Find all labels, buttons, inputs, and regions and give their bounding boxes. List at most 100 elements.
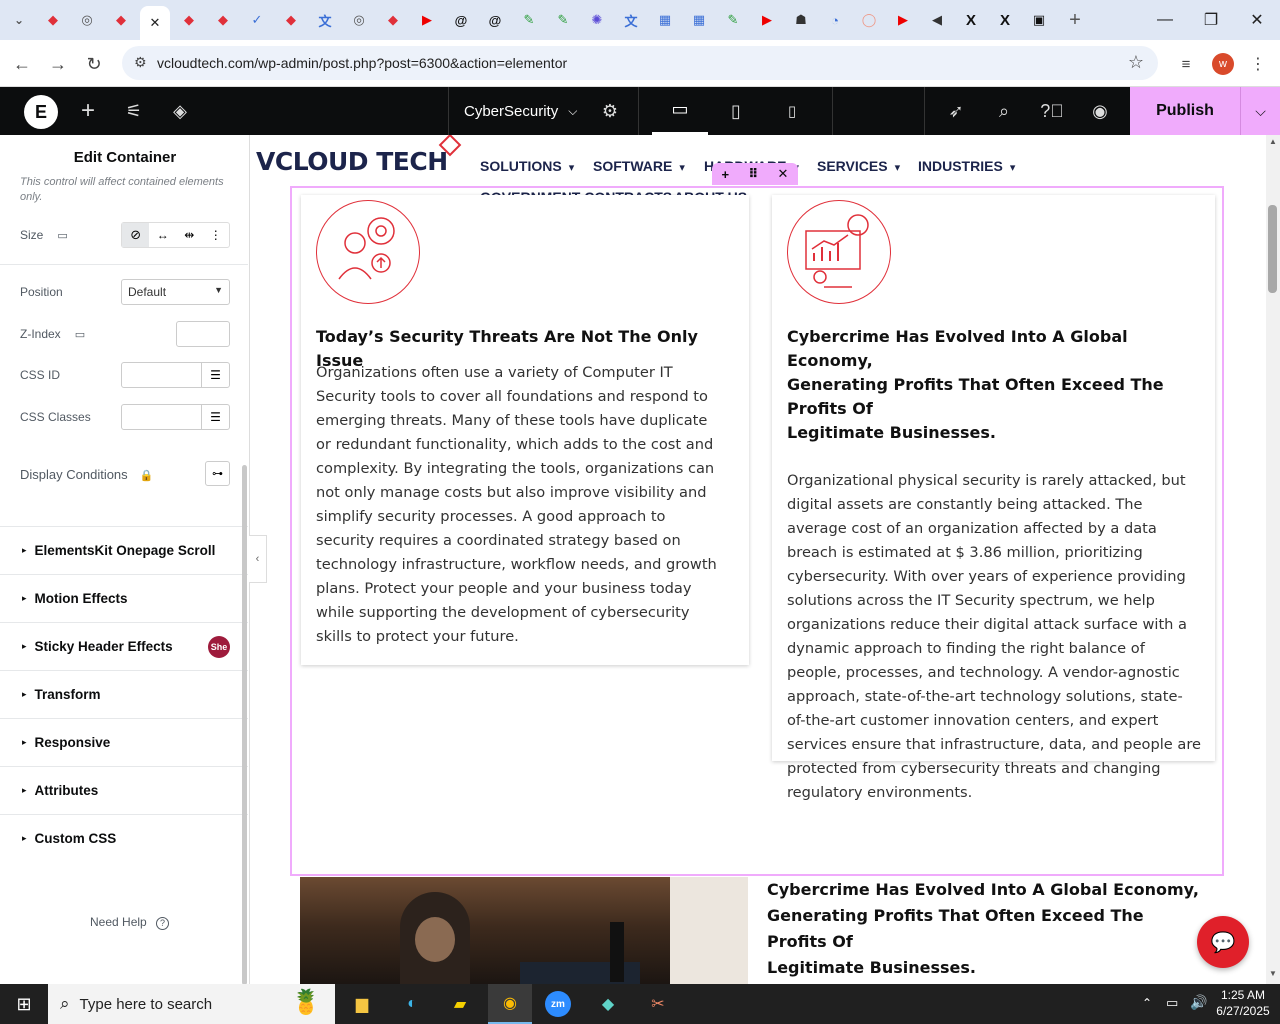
browser-tab[interactable]: ✎ (514, 6, 544, 34)
tablet-view-button[interactable]: ▯ (708, 87, 764, 135)
snipping-tool-button[interactable]: ✂ (642, 988, 674, 1020)
browser-tab[interactable]: ☗ (786, 6, 816, 34)
browser-tab[interactable]: ◎ (344, 6, 374, 34)
delete-container-icon[interactable]: ✕ (778, 166, 789, 182)
browser-tab[interactable]: ▣ (1024, 6, 1054, 34)
display-conditions-button[interactable]: ⊶ (205, 461, 230, 486)
clock[interactable]: 1:25 AM 6/27/2025 (1212, 987, 1274, 1019)
menu-item-solutions[interactable]: SOLUTIONS ▾ (480, 158, 574, 174)
collapse-panel-button[interactable]: ‹ (249, 535, 267, 583)
chat-button[interactable]: 💬 (1197, 916, 1249, 968)
dynamic-tags-icon[interactable]: ☰ (201, 363, 229, 387)
tab-search-button[interactable]: ⌄ (4, 6, 34, 34)
browser-tab[interactable]: ▶ (412, 6, 442, 34)
browser-tab[interactable]: @ (446, 6, 476, 34)
browser-tab[interactable]: ◆ (38, 6, 68, 34)
restore-button[interactable]: ❐ (1188, 0, 1234, 40)
scroll-down-icon[interactable]: ▼ (1269, 969, 1277, 978)
menu-item-services[interactable]: SERVICES ▾ (817, 158, 900, 174)
media-control-button[interactable]: ≡ (1174, 52, 1198, 76)
scrollbar-thumb[interactable] (1268, 205, 1277, 293)
browser-tab[interactable]: X (990, 6, 1020, 34)
browser-tab[interactable]: ◆ (276, 6, 306, 34)
site-info-icon[interactable]: ⚙ (134, 54, 147, 71)
browser-tab[interactable]: ◎ (72, 6, 102, 34)
browser-tab[interactable]: ◯ (854, 6, 884, 34)
scroll-up-icon[interactable]: ▲ (1269, 137, 1277, 146)
elementor-logo-button[interactable]: E (24, 95, 58, 129)
browser-tab[interactable]: ✓ (242, 6, 272, 34)
start-button[interactable]: ⊞ (8, 988, 40, 1020)
panel-section-motion-effects[interactable]: ▸ Motion Effects (0, 574, 248, 622)
browser-tab[interactable]: 文 (616, 6, 646, 34)
mobile-view-button[interactable]: ▯ (764, 87, 820, 135)
size-more-button[interactable]: ⋮ (202, 223, 229, 247)
browser-tab[interactable]: 文 (310, 6, 340, 34)
position-select[interactable]: Default ▼ (121, 279, 230, 305)
close-window-button[interactable]: ✕ (1234, 0, 1280, 40)
back-button[interactable]: ← (10, 52, 34, 76)
browser-tab[interactable]: ✎ (548, 6, 578, 34)
browser-tab[interactable]: ◆ (208, 6, 238, 34)
dynamic-tags-icon[interactable]: ☰ (201, 405, 229, 429)
browser-tab[interactable]: ✎ (718, 6, 748, 34)
reload-button[interactable]: ↻ (82, 52, 106, 76)
tray-overflow-icon[interactable]: ⌃ (1142, 996, 1152, 1010)
panel-section-sticky-header-effects[interactable]: ▸ Sticky Header Effects She (0, 622, 248, 670)
size-grow-button[interactable]: ⇹ (176, 223, 203, 247)
help-button[interactable]: ?⃝ (1038, 87, 1066, 135)
new-tab-button[interactable]: + (1060, 6, 1090, 34)
browser-tab[interactable]: ▶ (888, 6, 918, 34)
structure-button[interactable]: ◈ (166, 87, 194, 135)
publish-button[interactable]: Publish (1130, 87, 1240, 135)
browser-tab[interactable]: X (956, 6, 986, 34)
url-text[interactable]: vcloudtech.com/wp-admin/post.php?post=63… (157, 55, 567, 71)
app-button[interactable]: ◆ (592, 988, 624, 1020)
whats-new-button[interactable]: ➶ (942, 87, 970, 135)
drag-handle-icon[interactable]: ⠿ (748, 166, 758, 182)
site-logo[interactable]: VCLOUD TECH (256, 147, 448, 176)
add-container-icon[interactable]: + (722, 167, 730, 182)
browser-tab[interactable]: ◔ (820, 6, 850, 34)
css-id-input[interactable]: ☰ (121, 362, 230, 388)
menu-item-software[interactable]: SOFTWARE ▾ (593, 158, 685, 174)
panel-section-custom-css[interactable]: ▸ Custom CSS (0, 814, 248, 862)
chrome-button[interactable]: ◉ (488, 984, 532, 1024)
panel-section-responsive[interactable]: ▸ Responsive (0, 718, 248, 766)
file-explorer-button[interactable]: ▆ (346, 988, 378, 1020)
forward-button[interactable]: → (46, 52, 70, 76)
browser-tab[interactable]: ✺ (582, 6, 612, 34)
browser-tab[interactable]: @ (480, 6, 510, 34)
zindex-input[interactable] (176, 321, 230, 347)
menu-item-industries[interactable]: INDUSTRIES ▾ (918, 158, 1015, 174)
panel-section-transform[interactable]: ▸ Transform (0, 670, 248, 718)
page-name-dropdown[interactable]: CyberSecurity ⌵ (464, 87, 584, 135)
sticky-notes-button[interactable]: ▰ (444, 988, 476, 1020)
volume-icon[interactable]: 🔊 (1190, 994, 1207, 1011)
edge-button[interactable]: ◐ (396, 988, 428, 1020)
add-element-button[interactable]: + (74, 87, 102, 135)
browser-tab[interactable]: ◀ (922, 6, 952, 34)
zoom-button[interactable]: zm (542, 988, 574, 1020)
browser-tab[interactable]: ✕ (140, 6, 170, 40)
size-none-button[interactable]: ⊘ (122, 223, 150, 247)
canvas-scrollbar[interactable]: ▲ ▼ (1266, 135, 1280, 984)
minimize-button[interactable]: — (1142, 0, 1188, 40)
desktop-view-button[interactable]: ▭ (652, 87, 708, 135)
panel-section-attributes[interactable]: ▸ Attributes (0, 766, 248, 814)
browser-tab[interactable]: ▦ (684, 6, 714, 34)
size-shrink-button[interactable]: ↔ (149, 223, 176, 247)
profile-avatar[interactable]: w (1212, 53, 1234, 75)
publish-options-button[interactable]: ⌵ (1240, 87, 1280, 135)
taskbar-search-box[interactable]: ⌕ Type here to search 🍍 (48, 984, 335, 1024)
panel-section-elementskit-onepage-scroll[interactable]: ▸ ElementsKit Onepage Scroll (0, 526, 248, 574)
need-help-link[interactable]: Need Help ? (90, 915, 170, 930)
panel-scrollbar[interactable] (242, 465, 247, 984)
browser-tab[interactable]: ◆ (106, 6, 136, 34)
page-settings-button[interactable]: ⚙ (596, 87, 624, 135)
browser-tab[interactable]: ◆ (378, 6, 408, 34)
omnibox[interactable]: ⚙ vcloudtech.com/wp-admin/post.php?post=… (122, 46, 1158, 80)
browser-tab[interactable]: ◆ (174, 6, 204, 34)
browser-tab[interactable]: ▶ (752, 6, 782, 34)
preview-button[interactable]: ◉ (1086, 87, 1114, 135)
